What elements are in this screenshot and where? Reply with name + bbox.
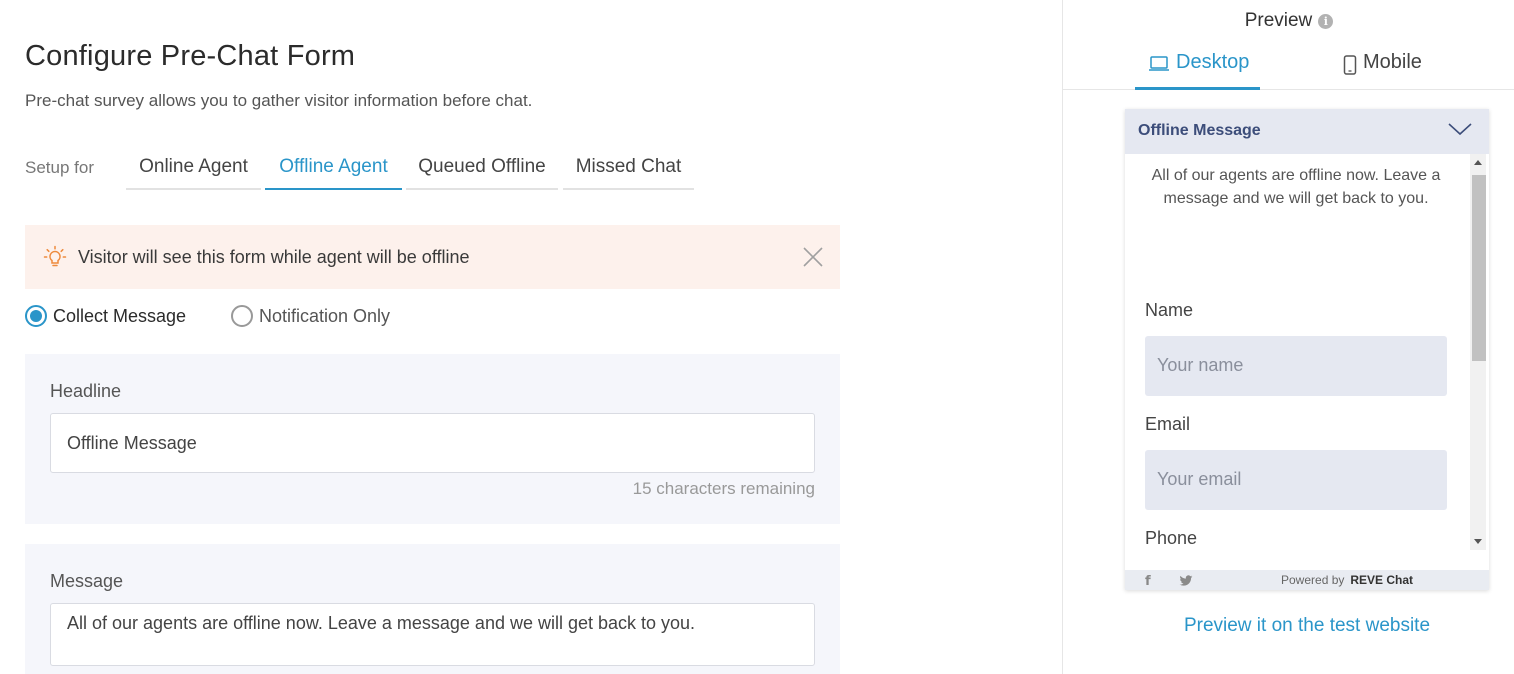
lightbulb-icon bbox=[43, 245, 67, 267]
preview-test-website-link[interactable]: Preview it on the test website bbox=[1063, 615, 1514, 637]
widget-footer: f Powered by REVE Chat bbox=[1125, 570, 1489, 590]
powered-by-text: Powered by bbox=[1281, 573, 1345, 587]
scroll-up-arrow[interactable] bbox=[1474, 160, 1482, 165]
radio-label: Collect Message bbox=[53, 305, 187, 326]
scroll-thumb[interactable] bbox=[1472, 175, 1486, 361]
setup-label: Setup for bbox=[25, 158, 94, 177]
notice-text: Visitor will see this form while agent w… bbox=[78, 247, 470, 267]
tab-desktop[interactable]: Desktop bbox=[1135, 50, 1260, 90]
radio-notification-only[interactable]: Notification Only bbox=[231, 304, 390, 328]
page-title: Configure Pre-Chat Form bbox=[25, 40, 356, 72]
chevron-down-icon[interactable] bbox=[1447, 121, 1473, 137]
headline-label: Headline bbox=[50, 381, 122, 401]
widget-name-label: Name bbox=[1145, 300, 1194, 320]
widget-email-label: Email bbox=[1145, 414, 1191, 434]
tab-offline-agent[interactable]: Offline Agent bbox=[265, 150, 402, 190]
message-section: Message All of our agents are offline no… bbox=[25, 544, 840, 674]
radio-indicator bbox=[231, 305, 253, 327]
brand-name[interactable]: REVE Chat bbox=[1350, 573, 1413, 587]
widget-email-input[interactable]: Your email bbox=[1145, 450, 1447, 510]
widget-phone-label: Phone bbox=[1145, 528, 1198, 548]
tab-queued-offline[interactable]: Queued Offline bbox=[406, 150, 558, 190]
facebook-icon[interactable]: f bbox=[1145, 574, 1151, 589]
close-icon[interactable] bbox=[802, 246, 824, 268]
radio-label: Notification Only bbox=[259, 305, 391, 326]
powered-by: Powered by REVE Chat bbox=[1281, 573, 1413, 587]
message-textarea[interactable]: All of our agents are offline now. Leave… bbox=[50, 603, 815, 666]
radio-checked-indicator bbox=[25, 305, 47, 327]
headline-input[interactable]: Offline Message bbox=[50, 413, 815, 473]
info-notice: Visitor will see this form while agent w… bbox=[25, 225, 840, 289]
preview-title: Preview bbox=[1244, 10, 1313, 31]
widget-scrollbar[interactable] bbox=[1470, 154, 1486, 550]
preview-device-tabs: Desktop Mobile bbox=[1063, 40, 1514, 90]
setup-tabs: Setup for Online Agent Offline Agent Que… bbox=[25, 150, 725, 190]
tab-missed-chat[interactable]: Missed Chat bbox=[563, 150, 694, 190]
preview-heading: Preview i bbox=[1063, 10, 1514, 32]
mode-options: Collect Message Notification Only bbox=[25, 304, 525, 328]
headline-section: Headline Offline Message 15 characters r… bbox=[25, 354, 840, 524]
message-label: Message bbox=[50, 571, 124, 591]
widget-header: Offline Message bbox=[1125, 109, 1489, 154]
page-subtitle: Pre-chat survey allows you to gather vis… bbox=[25, 91, 533, 110]
headline-char-count: 15 characters remaining bbox=[632, 479, 815, 498]
chat-widget-preview: Offline Message All of our agents are of… bbox=[1125, 109, 1489, 590]
preview-panel: Preview i Desktop Mobile Offline Message bbox=[1062, 0, 1514, 674]
widget-body: All of our agents are offline now. Leave… bbox=[1125, 154, 1489, 570]
widget-message: All of our agents are offline now. Leave… bbox=[1151, 167, 1441, 207]
config-panel: Configure Pre-Chat Form Pre-chat survey … bbox=[0, 0, 1062, 674]
tab-online-agent[interactable]: Online Agent bbox=[126, 150, 261, 190]
scroll-down-arrow[interactable] bbox=[1474, 539, 1482, 544]
tab-desktop-label: Desktop bbox=[1176, 51, 1250, 73]
widget-name-input[interactable]: Your name bbox=[1145, 336, 1447, 396]
info-icon[interactable]: i bbox=[1318, 14, 1334, 29]
tab-mobile[interactable]: Mobile bbox=[1343, 50, 1443, 90]
widget-title: Offline Message bbox=[1138, 122, 1261, 139]
tab-mobile-label: Mobile bbox=[1363, 51, 1422, 73]
twitter-icon[interactable] bbox=[1179, 575, 1193, 587]
mobile-icon bbox=[1343, 55, 1357, 75]
radio-collect-message[interactable]: Collect Message bbox=[25, 304, 186, 328]
laptop-icon bbox=[1149, 56, 1169, 71]
